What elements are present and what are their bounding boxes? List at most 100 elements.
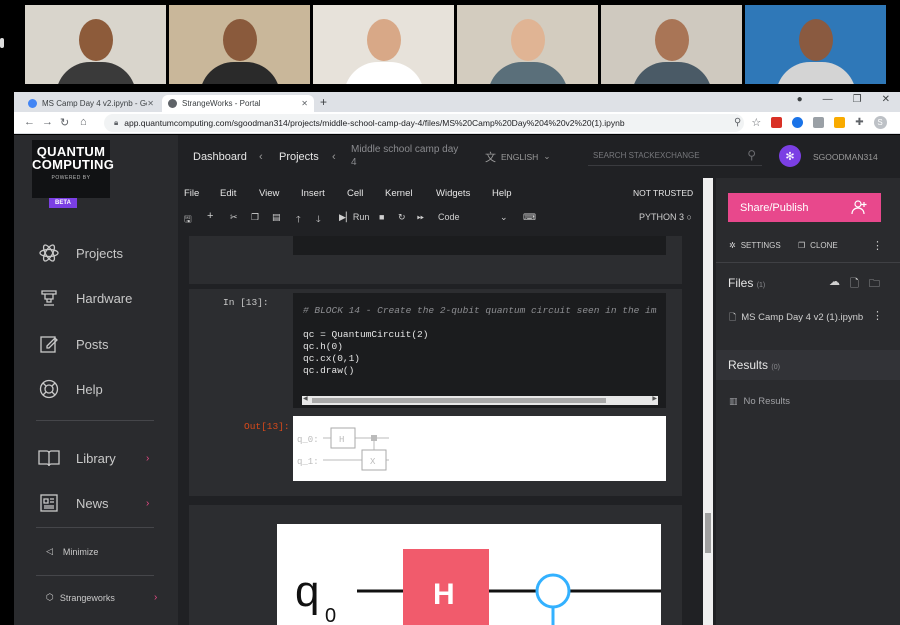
share-publish-button[interactable]: Share/Publish <box>728 193 881 222</box>
circuit-text-drawing: q_0: q_1: H X <box>297 427 389 471</box>
minimize-sidebar-button[interactable]: ◁ Minimize <box>46 546 98 557</box>
participant-video-tile[interactable] <box>601 5 742 84</box>
share-label: Share/Publish <box>740 201 809 214</box>
back-icon[interactable]: ← <box>24 116 35 128</box>
sidebar-item-label: Library <box>76 450 116 466</box>
sidebar-item-help[interactable]: Help <box>38 378 103 400</box>
sidebar-item-library[interactable]: Library › <box>38 447 149 469</box>
cell-type-select[interactable]: Code ⌄ <box>438 212 512 222</box>
move-down-icon[interactable]: 🡓︎ <box>316 212 321 228</box>
reload-icon[interactable]: ↻ <box>60 116 69 129</box>
participant-video-tile[interactable] <box>745 5 886 84</box>
menu-help[interactable]: Help <box>492 188 512 199</box>
profile-avatar[interactable]: S <box>873 116 887 129</box>
breadcrumb-dashboard[interactable]: Dashboard <box>193 135 247 178</box>
minimize-window-icon[interactable]: — <box>823 94 833 105</box>
bookmark-star-icon[interactable]: ☆ <box>751 116 761 129</box>
atom-icon <box>38 242 60 264</box>
search-icon[interactable]: ⚲ <box>747 148 756 162</box>
sidebar-item-strangeworks[interactable]: ⬡ Strangeworks › <box>46 592 157 603</box>
menu-file[interactable]: File <box>184 188 199 199</box>
puzzle-extensions-icon[interactable]: ✚ <box>855 117 863 128</box>
stackexchange-search-input[interactable]: SEARCH STACKEXCHANGE ⚲ <box>588 146 762 166</box>
settings-button[interactable]: ✲ SETTINGS <box>729 241 781 250</box>
sidebar-item-posts[interactable]: Posts <box>38 333 109 355</box>
app-extension-icon[interactable] <box>813 117 825 128</box>
participant-video-tile[interactable] <box>169 5 310 84</box>
menu-view[interactable]: View <box>259 188 279 199</box>
breadcrumb-projects[interactable]: Projects <box>279 135 319 178</box>
new-file-icon[interactable]: 🗋︎ <box>850 275 859 294</box>
shield-extension-icon[interactable] <box>792 117 804 128</box>
drive-extension-icon[interactable] <box>834 117 846 128</box>
sidebar-item-news[interactable]: News › <box>38 492 149 514</box>
home-icon[interactable]: ⌂ <box>80 116 87 128</box>
save-icon[interactable]: 🖫︎ <box>184 212 192 228</box>
close-tab-icon[interactable]: ✕ <box>147 99 154 108</box>
sidebar-item-label: Projects <box>76 245 123 261</box>
file-item[interactable]: 🗋︎ MS Camp Day 4 v2 (1).ipynb <box>729 310 863 326</box>
run-button[interactable]: ▶▏Run <box>339 212 369 223</box>
tab-notebook[interactable]: MS Camp Day 4 v2.ipynb - Goog ✕ <box>22 95 160 112</box>
add-cell-icon[interactable]: + <box>207 210 213 222</box>
menu-kernel[interactable]: Kernel <box>385 188 412 199</box>
language-selector[interactable]: 文 ENGLISH ⌄ <box>485 135 550 178</box>
sidebar-item-hardware[interactable]: Hardware <box>38 287 132 309</box>
file-menu-icon[interactable]: ⋮ <box>872 309 883 322</box>
user-avatar[interactable]: ✻ <box>779 145 801 167</box>
menu-insert[interactable]: Insert <box>301 188 325 199</box>
sidebar-divider <box>36 575 154 576</box>
forward-icon[interactable]: → <box>42 116 53 128</box>
restart-icon[interactable]: ↻ <box>398 212 406 223</box>
code-horizontal-scrollbar[interactable]: ◀ ▶ <box>302 396 658 405</box>
menu-widgets[interactable]: Widgets <box>436 188 470 199</box>
scrollbar-thumb[interactable] <box>705 513 711 553</box>
menu-cell[interactable]: Cell <box>347 188 363 199</box>
zoom-icon[interactable]: ⚲ <box>734 117 741 128</box>
notebook-vertical-scrollbar[interactable] <box>703 178 713 625</box>
keyboard-icon[interactable]: ⌨ <box>523 212 536 223</box>
gear-icon: ✲ <box>729 241 736 250</box>
move-up-icon[interactable]: 🡑︎ <box>296 212 301 228</box>
close-window-icon[interactable]: ✕ <box>882 94 890 105</box>
quantum-computing-logo[interactable]: QUANTUM COMPUTING POWERED BY <box>32 140 114 198</box>
close-tab-icon[interactable]: ✕ <box>301 99 308 108</box>
strangeworks-favicon-icon <box>168 99 177 108</box>
run-label: Run <box>352 212 370 222</box>
scroll-left-icon[interactable]: ◀ <box>303 395 308 402</box>
username-label[interactable]: SGOODMAN314 <box>813 135 878 178</box>
participant-video-tile[interactable] <box>313 5 454 84</box>
breadcrumb-label: Dashboard <box>193 150 247 163</box>
copy-icon[interactable]: ❐ <box>251 212 259 223</box>
sidebar-item-label: News <box>76 495 109 511</box>
participant-video-tile[interactable] <box>25 5 166 84</box>
circuit-text-output: q_0: q_1: H X <box>293 416 666 481</box>
sidebar-item-label: Posts <box>76 336 109 352</box>
stop-icon[interactable]: ■ <box>379 212 384 222</box>
scrollbar-thumb[interactable] <box>312 398 606 403</box>
pdf-extension-icon[interactable] <box>771 117 783 128</box>
new-folder-icon[interactable]: 🗀︎ <box>869 275 880 294</box>
restore-window-icon[interactable]: ❐ <box>853 94 862 105</box>
new-tab-button[interactable]: + <box>320 95 327 109</box>
menu-edit[interactable]: Edit <box>220 188 236 199</box>
paste-icon[interactable]: ▤ <box>272 212 281 223</box>
restart-run-all-icon[interactable]: ⏩︎ <box>417 212 424 223</box>
cut-icon[interactable]: ✂ <box>230 212 238 223</box>
beta-badge: BETA <box>49 198 77 208</box>
upload-cloud-icon[interactable]: ☁ <box>829 275 840 294</box>
edit-icon <box>38 333 60 355</box>
sidebar-item-projects[interactable]: Projects <box>38 242 123 264</box>
url-field[interactable]: 🔒︎ app.quantumcomputing.com/sgoodman314/… <box>104 114 744 132</box>
tab-strangeworks[interactable]: StrangeWorks - Portal ✕ <box>162 95 314 112</box>
clone-label: CLONE <box>810 241 838 250</box>
clone-button[interactable]: ❐ CLONE <box>798 241 838 250</box>
scroll-right-icon[interactable]: ▶ <box>652 395 657 402</box>
code-line: qc = QuantumCircuit(2) <box>303 329 429 340</box>
tab-search-icon[interactable]: ● <box>797 94 803 105</box>
participant-video-tile[interactable] <box>457 5 598 84</box>
browser-menu-icon[interactable]: ⋮ <box>897 116 900 129</box>
code-editor[interactable]: # BLOCK 14 - Create the 2-qubit quantum … <box>293 293 666 408</box>
more-options-icon[interactable]: ⋮ <box>872 239 883 252</box>
trust-status[interactable]: NOT TRUSTED <box>633 188 693 198</box>
